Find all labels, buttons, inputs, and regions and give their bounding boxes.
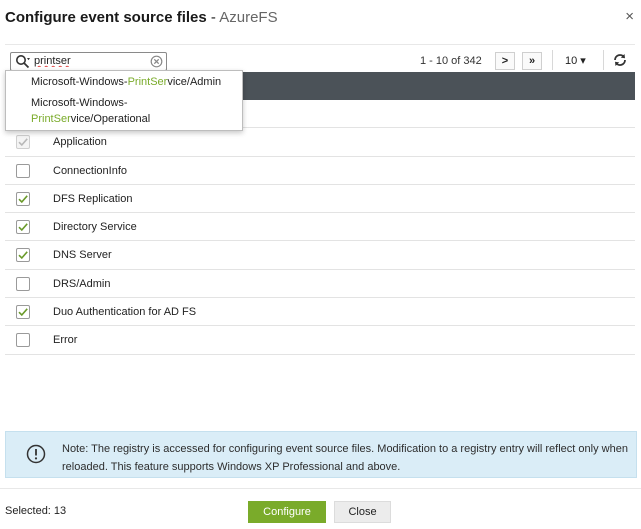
row-checkbox[interactable] — [16, 163, 30, 178]
row-label: Directory Service — [53, 221, 137, 234]
table-row: DNS Server — [5, 241, 635, 270]
table-row: ConnectionInfo — [5, 157, 635, 185]
suggestion-match: PrintSer — [127, 76, 168, 88]
row-checkbox[interactable] — [16, 333, 30, 348]
row-label: ConnectionInfo — [53, 164, 127, 177]
row-label: DNS Server — [53, 249, 112, 262]
dialog-subtitle: AzureFS — [219, 9, 278, 26]
table-row: Application — [5, 128, 635, 157]
title-bar: Configure event source files - AzureFS × — [0, 0, 641, 36]
row-checkbox — [16, 135, 30, 150]
selected-count: Selected: 13 — [5, 505, 67, 517]
row-label: DFS Replication — [53, 192, 133, 205]
suggestion-item[interactable]: Microsoft-Windows- PrintService/Operation… — [31, 95, 181, 127]
search-box[interactable] — [10, 52, 167, 71]
suggestion-suffix: vice/Admin — [167, 76, 222, 88]
row-label: Error — [53, 334, 78, 347]
table-row: DFS Replication — [5, 185, 635, 214]
close-icon[interactable]: × — [625, 9, 634, 25]
suggestion-match: PrintSer — [31, 113, 71, 125]
clear-search-icon[interactable] — [150, 55, 163, 68]
refresh-icon[interactable] — [611, 52, 629, 68]
dialog-title-text: Configure event source files — [5, 9, 207, 26]
suggestion-suffix: vice/Operational — [70, 113, 151, 125]
note-box: Note: The registry is accessed for confi… — [5, 431, 637, 478]
footer: Selected: 13 Configure Close — [0, 488, 641, 529]
pager-range: 1 - 10 of 342 — [420, 55, 482, 67]
row-checkbox[interactable] — [16, 191, 30, 206]
configure-button[interactable]: Configure — [248, 501, 326, 523]
table-row: DRS/Admin — [5, 270, 635, 299]
search-suggestions: Microsoft-Windows-PrintService/Admin Micr… — [5, 70, 243, 131]
suggestion-prefix: Microsoft-Windows- — [31, 97, 128, 109]
row-checkbox[interactable] — [16, 305, 30, 320]
toolbar: 1 - 10 of 342 > » 10 ▾ — [5, 44, 635, 73]
last-page-button[interactable]: » — [522, 52, 542, 70]
title-separator: - — [206, 9, 220, 26]
suggestion-item[interactable]: Microsoft-Windows-PrintService/Admin — [31, 74, 221, 90]
note-text: Note: The registry is accessed for confi… — [62, 443, 628, 473]
row-label: Duo Authentication for AD FS — [53, 306, 197, 319]
dialog-title: Configure event source files - AzureFS — [5, 9, 278, 26]
toolbar-divider — [552, 50, 553, 70]
search-icon — [15, 54, 31, 69]
row-label: Application — [53, 136, 107, 149]
next-page-button[interactable]: > — [495, 52, 515, 70]
row-checkbox[interactable] — [16, 276, 30, 291]
row-checkbox[interactable] — [16, 220, 30, 235]
row-checkbox[interactable] — [16, 248, 30, 263]
configure-dialog: Configure event source files - AzureFS × — [0, 0, 641, 528]
table-row: Error — [5, 326, 635, 355]
close-button[interactable]: Close — [334, 501, 391, 523]
search-input[interactable] — [34, 54, 144, 68]
info-icon — [26, 444, 46, 464]
row-label: DRS/Admin — [53, 277, 111, 290]
table-row: Duo Authentication for AD FS — [5, 298, 635, 327]
event-source-list: AD FS/AdminApplicationConnectionInfoDFS … — [5, 100, 635, 355]
table-row: Directory Service — [5, 213, 635, 242]
page-size-select[interactable]: 10 ▾ — [565, 54, 586, 67]
toolbar-divider — [603, 50, 604, 70]
suggestion-prefix: Microsoft-Windows- — [31, 76, 128, 88]
